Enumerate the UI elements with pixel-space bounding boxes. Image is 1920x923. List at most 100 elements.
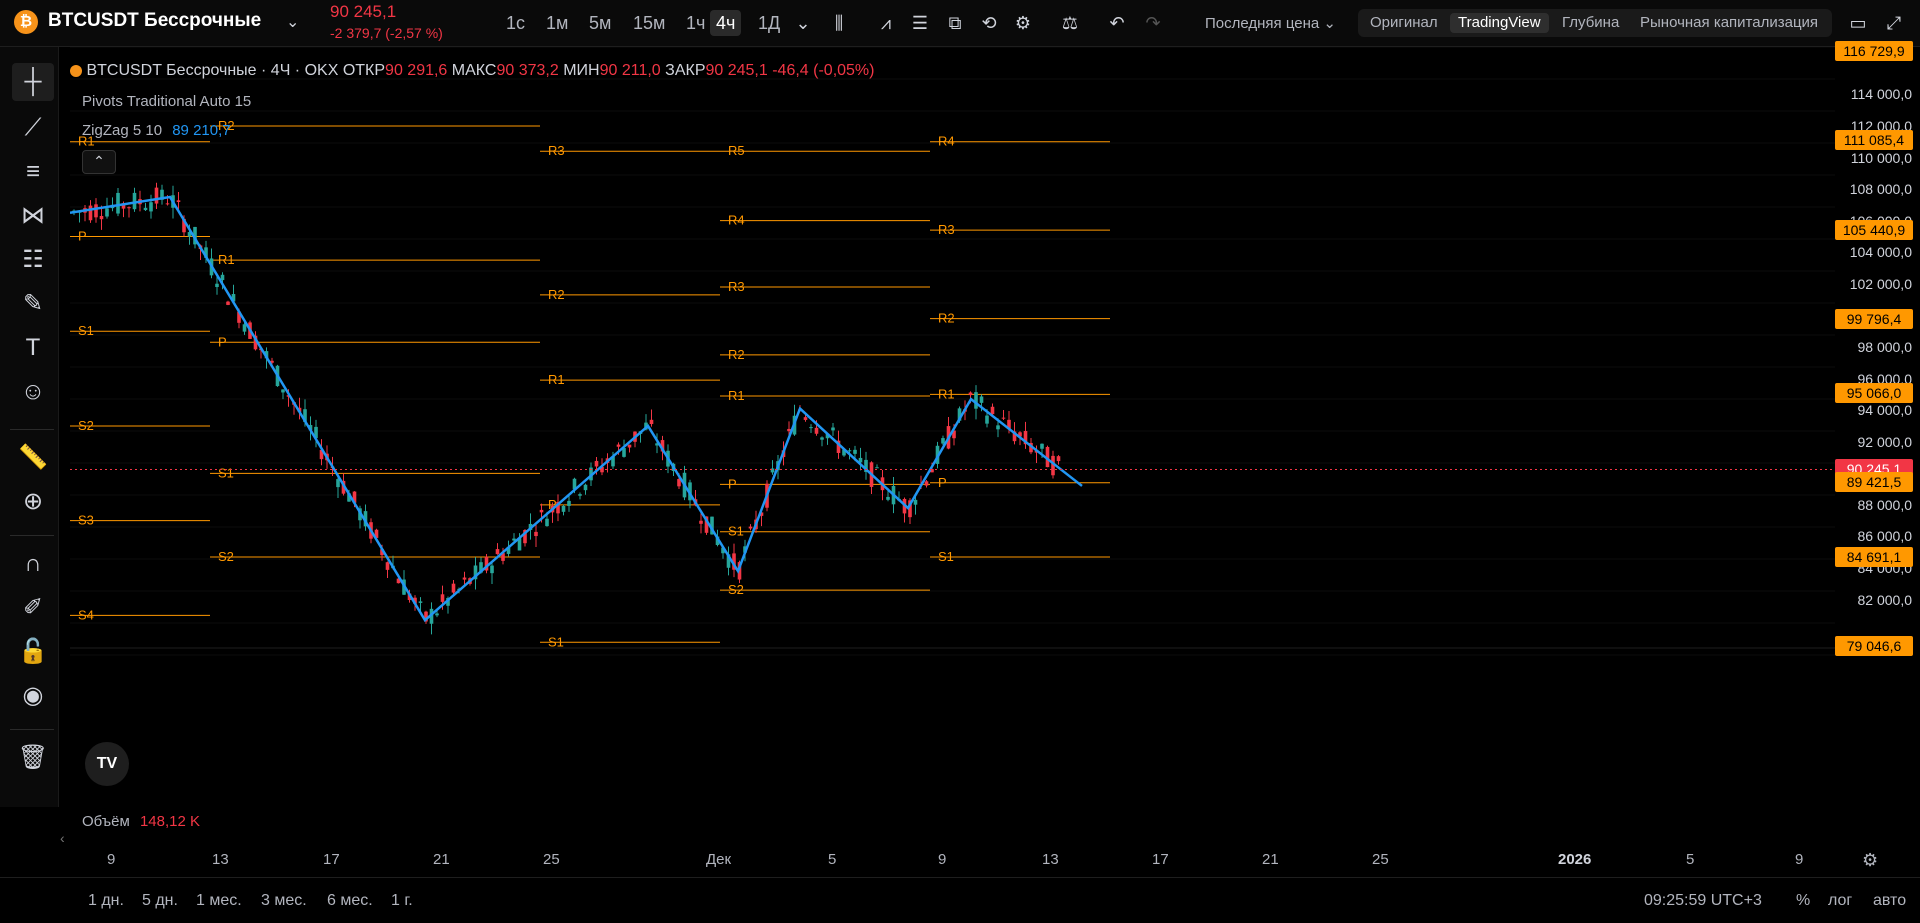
candle-body [545, 518, 549, 527]
candle-body [215, 283, 219, 288]
candle-body [924, 481, 929, 486]
candle-body [941, 438, 945, 444]
price-tick: 104 000,0 [1849, 244, 1912, 261]
view-depth[interactable]: Глубина [1554, 13, 1627, 33]
eye-icon[interactable]: ◉ [12, 677, 54, 715]
legend-open: 90 291,6 [385, 62, 448, 79]
timeframe-4h[interactable]: 4ч [710, 10, 742, 36]
pivot-level-label: R5 [728, 143, 745, 158]
view-market-cap[interactable]: Рыночная капитализация [1632, 13, 1826, 33]
view-tradingview[interactable]: TradingView [1450, 13, 1549, 33]
timeframe-5m[interactable]: 5м [583, 10, 617, 36]
pattern-icon[interactable]: ⋈ [12, 197, 54, 235]
fullscreen-icon[interactable]: ▭ [1845, 10, 1871, 36]
candle-body [578, 494, 582, 496]
time-label: 9 [1795, 851, 1804, 868]
pivot-level-label: S2 [728, 582, 744, 597]
percent-toggle[interactable]: % [1796, 892, 1810, 910]
view-switcher: Оригинал TradingView Глубина Рыночная ка… [1358, 9, 1832, 37]
settings-gear-icon[interactable]: ⚙ [1010, 10, 1036, 36]
bitcoin-icon: ₿ [14, 10, 38, 34]
indicator-pivots[interactable]: Pivots Traditional Auto 15 [82, 93, 251, 110]
timeframe-1s[interactable]: 1с [500, 10, 531, 36]
time-label: 9 [938, 851, 947, 868]
timeframe-1m[interactable]: 1м [540, 10, 574, 36]
price-source-label: Последняя цена [1205, 15, 1320, 32]
candle-body [105, 208, 109, 217]
lock-drawing-icon[interactable]: ✐ [12, 589, 54, 627]
price-tag: 79 046,6 [1835, 636, 1913, 657]
ruler-icon[interactable]: 📏 [12, 439, 54, 477]
symbol-name[interactable]: BTCUSDT Бессрочные [48, 10, 261, 32]
log-toggle[interactable]: лог [1828, 892, 1852, 910]
view-original[interactable]: Оригинал [1362, 13, 1446, 33]
candle-body [803, 417, 808, 420]
legend-high: 90 373,2 [496, 62, 559, 79]
candles-icon[interactable]: ⫼ [826, 10, 852, 36]
candle-body [616, 444, 621, 447]
candle-body [809, 427, 813, 429]
replay-icon[interactable]: ⟲ [976, 10, 1002, 36]
redo-icon[interactable]: ↷ [1140, 10, 1166, 36]
range-3m[interactable]: 3 мес. [261, 892, 307, 910]
timeframe-1d[interactable]: 1Д [752, 10, 786, 36]
candle-body [462, 577, 467, 580]
emoji-icon[interactable]: ☺ [12, 373, 54, 411]
chevron-down-icon[interactable]: ⌄ [286, 12, 299, 32]
price-tick: 86 000,0 [1857, 528, 1913, 545]
time-axis[interactable]: 9 13 17 21 25 Дек 5 9 13 17 21 25 2026 5… [70, 845, 1835, 875]
auto-toggle[interactable]: авто [1873, 892, 1906, 910]
expand-icon[interactable]: ⤢ [1881, 10, 1907, 36]
alert-icon[interactable]: ⧉ [942, 10, 968, 36]
magnet-icon[interactable]: ∩ [12, 545, 54, 583]
pivot-level-label: P [218, 334, 227, 349]
price-source-select[interactable]: Последняя цена ⌄ [1205, 14, 1336, 32]
price-tag: 105 440,9 [1835, 219, 1913, 240]
pivot-level-label: P [78, 228, 87, 243]
trash-icon[interactable]: 🗑 [12, 739, 54, 777]
range-1m[interactable]: 1 мес. [196, 892, 242, 910]
time-label: 21 [433, 851, 450, 868]
legend-close: 90 245,1 [705, 62, 768, 79]
range-1d[interactable]: 1 дн. [88, 892, 124, 910]
range-6m[interactable]: 6 мес. [327, 892, 373, 910]
zigzag-label: ZigZag 5 10 [82, 122, 163, 139]
collapse-left-icon[interactable]: ‹ [60, 830, 65, 846]
indicators-icon[interactable]: ⩘ [873, 10, 899, 36]
clock[interactable]: 09:25:59 UTC+3 [1644, 892, 1762, 910]
price-tag: 116 729,9 [1835, 41, 1913, 62]
tradingview-logo[interactable]: TV [85, 742, 129, 786]
timeframe-15m[interactable]: 15м [627, 10, 671, 36]
trendline-icon[interactable]: ⟋ [12, 109, 54, 147]
price-tick: 102 000,0 [1849, 275, 1912, 292]
undo-icon[interactable]: ↶ [1104, 10, 1130, 36]
time-label: Дек [706, 851, 732, 868]
chevron-down-icon[interactable]: ⌄ [790, 10, 816, 36]
price-tick: 88 000,0 [1857, 496, 1913, 513]
unlock-icon[interactable]: 🔓 [12, 633, 54, 671]
pivot-level-label: R2 [548, 287, 565, 302]
candle-body [220, 274, 225, 281]
text-icon[interactable]: T [12, 329, 54, 367]
time-label: 25 [543, 851, 560, 868]
layout-list-icon[interactable]: ☰ [907, 10, 933, 36]
candle-body [990, 406, 995, 415]
crosshair-icon[interactable]: ┼ [12, 63, 54, 101]
price-chart[interactable]: R1 P S1 S2 S3 S4 R2 R1 P S1 S2 R3 R2 R1 P S1 R5 R4 R3 R2 R1 P… [70, 47, 1835, 802]
price-axis[interactable]: 114 000,0112 000,0110 000,0108 000,0106 … [1835, 41, 1920, 802]
collapse-legend-button[interactable]: ⌃ [82, 150, 116, 174]
indicator-zigzag[interactable]: ZigZag 5 10 89 210,7 [82, 122, 231, 139]
time-label-year: 2026 [1558, 851, 1592, 868]
timeframe-1h[interactable]: 1ч [680, 10, 711, 36]
brush-icon[interactable]: ✎ [12, 285, 54, 323]
axis-settings-gear-icon[interactable]: ⚙ [1862, 850, 1878, 871]
zoom-in-icon[interactable]: ⊕ [12, 483, 54, 521]
pivot-level-label: R1 [728, 388, 745, 403]
range-5d[interactable]: 5 дн. [142, 892, 178, 910]
volume-label: Объём [82, 813, 130, 830]
horizontal-lines-icon[interactable]: ≡ [12, 153, 54, 191]
scales-icon[interactable]: ⚖ [1057, 10, 1083, 36]
pivot-level-label: P [938, 475, 947, 490]
fib-icon[interactable]: ☷ [12, 241, 54, 279]
range-1y[interactable]: 1 г. [391, 892, 413, 910]
